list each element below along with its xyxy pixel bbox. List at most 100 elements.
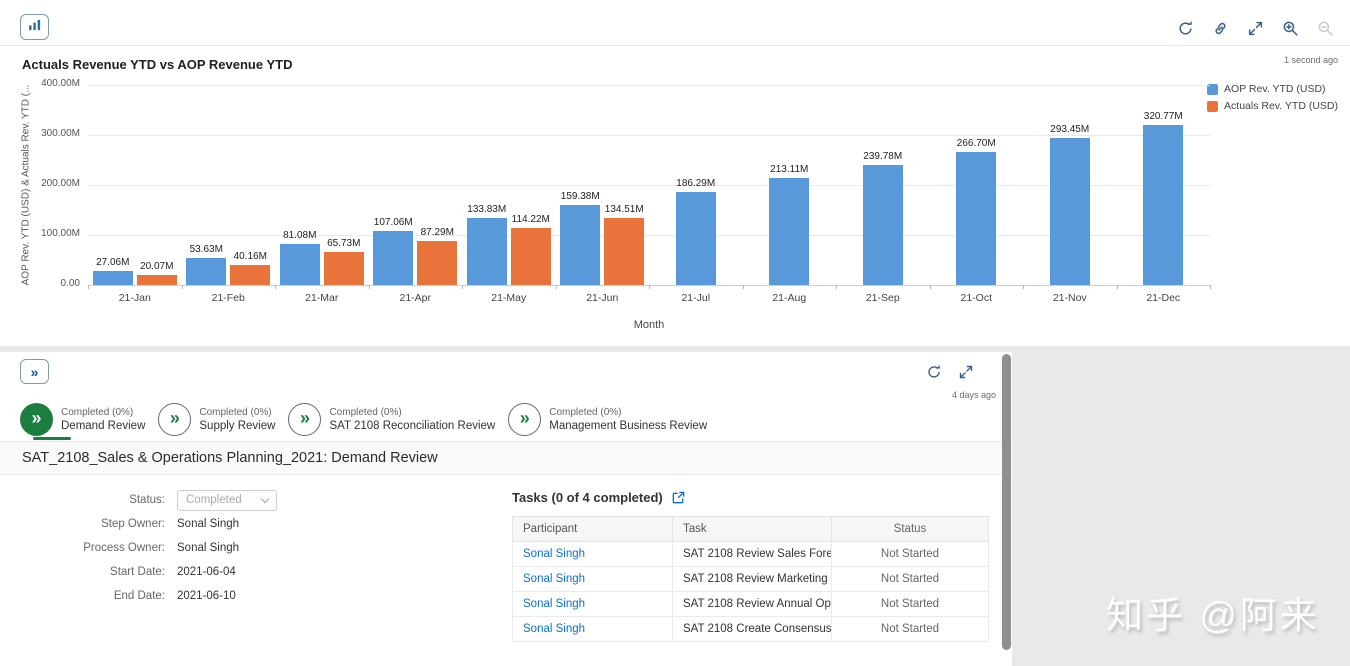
expand-icon[interactable] (1247, 20, 1264, 37)
status-label: Status: (129, 494, 165, 506)
bar-aop-21-apr[interactable] (373, 231, 414, 285)
zoom-in-icon[interactable] (1282, 20, 1299, 37)
bar-value-label: 114.22M (511, 213, 550, 225)
table-row: Sonal Singh SAT 2108 Review Annual Op... N… (512, 591, 989, 617)
x-tick-label: 21-Feb (211, 292, 245, 304)
x-tick (368, 285, 370, 289)
participant-cell: Sonal Singh (512, 616, 673, 642)
process-panel: » 4 days ago » Completed (0%) Demand Revie… (0, 352, 1012, 666)
x-tick (555, 285, 557, 289)
bar-actuals-21-apr[interactable] (417, 241, 458, 285)
task-participant-link[interactable]: Sonal Singh (523, 573, 585, 585)
y-tick-label: 0.00 (60, 278, 80, 289)
y-tick-label: 300.00M (41, 128, 80, 139)
bar-value-label: 266.70M (956, 137, 996, 149)
bar-aop-21-may[interactable] (466, 218, 507, 285)
plot-area: Month 21-Jan 27.06M 20.07M 21-Feb 53.63M 40.1… (88, 85, 1211, 331)
column-header-task[interactable]: Task (672, 516, 832, 542)
x-tick (929, 285, 931, 289)
bar-aop-21-aug[interactable] (769, 178, 810, 285)
step-double-chevron-icon: » (158, 402, 192, 436)
bar-aop-21-sep[interactable] (862, 165, 903, 285)
bar-aop-21-dec[interactable] (1143, 124, 1184, 285)
active-step-underline (33, 437, 71, 440)
process-panel-actions (926, 364, 974, 380)
table-row: Sonal Singh SAT 2108 Review Marketing ...… (512, 566, 989, 592)
expand-steps-button[interactable]: » (20, 359, 49, 384)
bar-aop-21-jan[interactable] (92, 271, 133, 285)
bar-aop-21-jun[interactable] (560, 205, 601, 285)
task-participant-link[interactable]: Sonal Singh (523, 548, 585, 560)
task-status-cell: Not Started (831, 616, 989, 642)
x-tick (275, 285, 276, 289)
bar-actuals-21-mar[interactable] (323, 252, 364, 285)
x-tick-label: 21-Oct (960, 292, 992, 304)
y-axis-ticks: 400.00M 300.00M 200.00M 100.00M 0.00 (0, 78, 84, 289)
x-tick (1116, 285, 1118, 289)
bar-aop-21-nov[interactable] (1049, 138, 1090, 285)
vertical-scrollbar[interactable] (1002, 354, 1011, 650)
task-status-cell: Not Started (831, 591, 989, 617)
task-name-cell: SAT 2108 Review Marketing ... (672, 566, 832, 592)
column-header-status[interactable]: Status (831, 516, 989, 542)
end-date-value: 2021-06-10 (177, 590, 236, 602)
step-owner-label: Step Owner: (101, 518, 165, 530)
tasks-table-body: Sonal Singh SAT 2108 Review Sales Fore...… (512, 541, 989, 642)
legend-item-aop[interactable]: AOP Rev. YTD (USD) (1207, 83, 1338, 95)
bar-aop-21-mar[interactable] (279, 244, 320, 285)
x-tick-label: 21-Jan (118, 292, 151, 304)
y-tick-label: 400.00M (41, 78, 80, 89)
bar-actuals-21-may[interactable] (510, 227, 551, 285)
bar-value-label: 293.45M (1050, 124, 1090, 136)
step-double-chevron-icon: » (20, 402, 53, 436)
table-row: Sonal Singh SAT 2108 Review Sales Fore...… (512, 541, 989, 567)
process-owner-value: Sonal Singh (177, 542, 240, 554)
chart-last-updated: 1 second ago (1283, 55, 1338, 65)
process-step-demand-review[interactable]: » Completed (0%) Demand Review (20, 402, 145, 436)
step-details-form: Status: Completed Step Owner: Sonal Sing… (0, 488, 277, 608)
process-step-sat-2108-reconciliation-review[interactable]: » Completed (0%) SAT 2108 Reconciliation R… (288, 402, 495, 436)
bar-actuals-21-feb[interactable] (230, 264, 271, 285)
process-step-supply-review[interactable]: » Completed (0%) Supply Review (158, 402, 275, 436)
bar-aop-21-oct[interactable] (956, 151, 997, 285)
x-tick (1023, 285, 1024, 289)
step-status: Completed (0%) (199, 406, 272, 418)
chart-type-button[interactable] (20, 14, 49, 40)
refresh-icon[interactable] (1177, 20, 1194, 37)
column-header-participant[interactable]: Participant (512, 516, 673, 542)
process-step-management-business-review[interactable]: » Completed (0%) Management Business Revie… (508, 402, 708, 436)
link-icon[interactable] (1212, 20, 1229, 37)
step-name: Management Business Review (549, 419, 708, 432)
expand-icon[interactable] (958, 364, 974, 380)
x-tick (742, 285, 744, 289)
status-select-value: Completed (186, 494, 242, 506)
task-status-cell: Not Started (831, 541, 989, 567)
x-tick-label: 21-Jun (586, 292, 619, 304)
task-name-cell: SAT 2108 Create Consensus ... (672, 616, 832, 642)
process-owner-label: Process Owner: (83, 542, 165, 554)
refresh-icon[interactable] (926, 364, 942, 380)
x-tick-label: 21-Mar (305, 292, 339, 304)
bar-aop-21-jul[interactable] (675, 191, 716, 285)
task-name-cell: SAT 2108 Review Sales Fore... (672, 541, 832, 567)
process-section-title: SAT_2108_Sales & Operations Planning_202… (0, 441, 1012, 475)
tasks-section: Tasks (0 of 4 completed) Participant Task… (512, 490, 989, 642)
zoom-out-icon[interactable] (1317, 20, 1334, 37)
bar-actuals-21-jun[interactable] (604, 217, 645, 285)
bar-aop-21-feb[interactable] (186, 258, 227, 285)
start-date-label: Start Date: (110, 566, 165, 578)
task-participant-link[interactable]: Sonal Singh (523, 598, 585, 610)
tasks-table: Participant Task Status Sonal Singh SAT 210… (512, 516, 989, 642)
task-participant-link[interactable]: Sonal Singh (523, 623, 585, 635)
bar-value-label: 20.07M (140, 260, 174, 272)
top-toolbar (0, 0, 1350, 46)
task-name-cell: SAT 2108 Review Annual Op... (672, 591, 832, 617)
bar-actuals-21-jan[interactable] (136, 274, 177, 285)
legend-item-actuals[interactable]: Actuals Rev. YTD (USD) (1207, 100, 1338, 112)
bar-value-label: 320.77M (1143, 110, 1183, 122)
status-select[interactable]: Completed (177, 489, 277, 511)
x-tick (836, 285, 837, 289)
open-external-icon[interactable] (671, 490, 686, 505)
participant-cell: Sonal Singh (512, 541, 673, 567)
x-tick (1210, 285, 1211, 289)
